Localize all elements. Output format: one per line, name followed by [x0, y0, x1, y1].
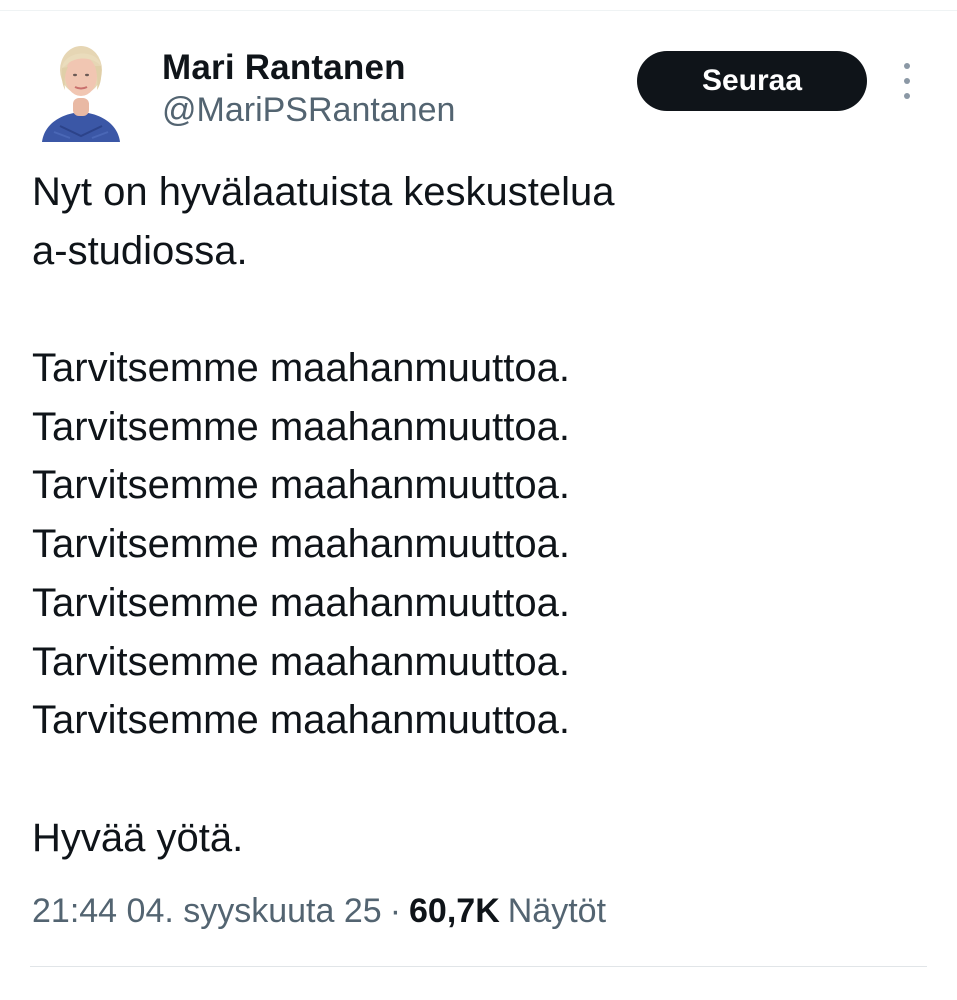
meta-separator: ·: [389, 892, 402, 930]
views-count[interactable]: 60,7K: [409, 892, 500, 931]
tweet-line: Tarvitsemme maahanmuuttoa.: [32, 639, 571, 684]
bottom-divider: [30, 966, 927, 967]
avatar[interactable]: [40, 40, 122, 142]
views-label[interactable]: Näytöt: [508, 892, 606, 931]
more-vertical-icon[interactable]: [893, 63, 921, 99]
tweet-timestamp[interactable]: 21:44 04. syyskuuta 25: [32, 892, 382, 931]
tweet-line: Tarvitsemme maahanmuuttoa.: [32, 580, 571, 625]
tweet-line: Tarvitsemme maahanmuuttoa.: [32, 346, 571, 391]
tweet-line: Tarvitsemme maahanmuuttoa.: [32, 463, 571, 508]
top-divider: [0, 10, 957, 11]
more-dot: [904, 93, 910, 99]
tweet-line: a-studiossa.: [32, 228, 248, 273]
tweet-line: Nyt on hyvälaatuista keskustelua: [32, 170, 615, 214]
tweet-meta: 21:44 04. syyskuuta 25 · 60,7K Näytöt: [32, 892, 606, 931]
tweet-line: Tarvitsemme maahanmuuttoa.: [32, 698, 571, 743]
tweet-line: Tarvitsemme maahanmuuttoa.: [32, 522, 571, 567]
tweet-line: Hyvää yötä.: [32, 815, 244, 860]
author-name[interactable]: Mari Rantanen: [162, 48, 406, 88]
author-handle[interactable]: @MariPSRantanen: [162, 91, 455, 130]
follow-button[interactable]: Seuraa: [637, 51, 867, 111]
more-dot: [904, 78, 910, 84]
tweet-text: Nyt on hyvälaatuista keskustelua a-studi…: [32, 163, 912, 867]
more-dot: [904, 63, 910, 69]
tweet-line: Tarvitsemme maahanmuuttoa.: [32, 404, 571, 449]
